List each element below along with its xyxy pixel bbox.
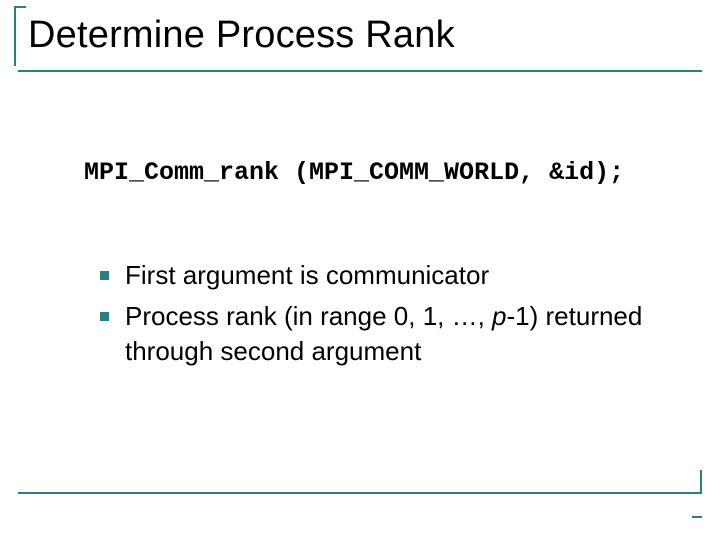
bullet-text-italic: p — [492, 301, 506, 331]
footer-divider — [18, 492, 702, 494]
bullet-list: First argument is communicator Process r… — [100, 258, 660, 375]
bullet-square-icon — [100, 312, 109, 321]
slide: Determine Process Rank MPI_Comm_rank (MP… — [0, 0, 720, 540]
bullet-text: First argument is communicator — [125, 258, 660, 293]
frame-corner-left — [14, 6, 16, 66]
bullet-text: Process rank (in range 0, 1, …, p-1) ret… — [125, 299, 660, 369]
code-line: MPI_Comm_rank (MPI_COMM_WORLD, &id); — [84, 158, 624, 187]
title-divider — [18, 70, 702, 72]
bullet-square-icon — [100, 271, 109, 280]
bullet-text-prefix: Process rank (in range 0, 1, …, — [125, 301, 492, 331]
frame-corner-right — [700, 470, 702, 494]
frame-corner-bottom — [692, 516, 702, 518]
list-item: Process rank (in range 0, 1, …, p-1) ret… — [100, 299, 660, 369]
slide-title: Determine Process Rank — [28, 14, 455, 57]
list-item: First argument is communicator — [100, 258, 660, 293]
